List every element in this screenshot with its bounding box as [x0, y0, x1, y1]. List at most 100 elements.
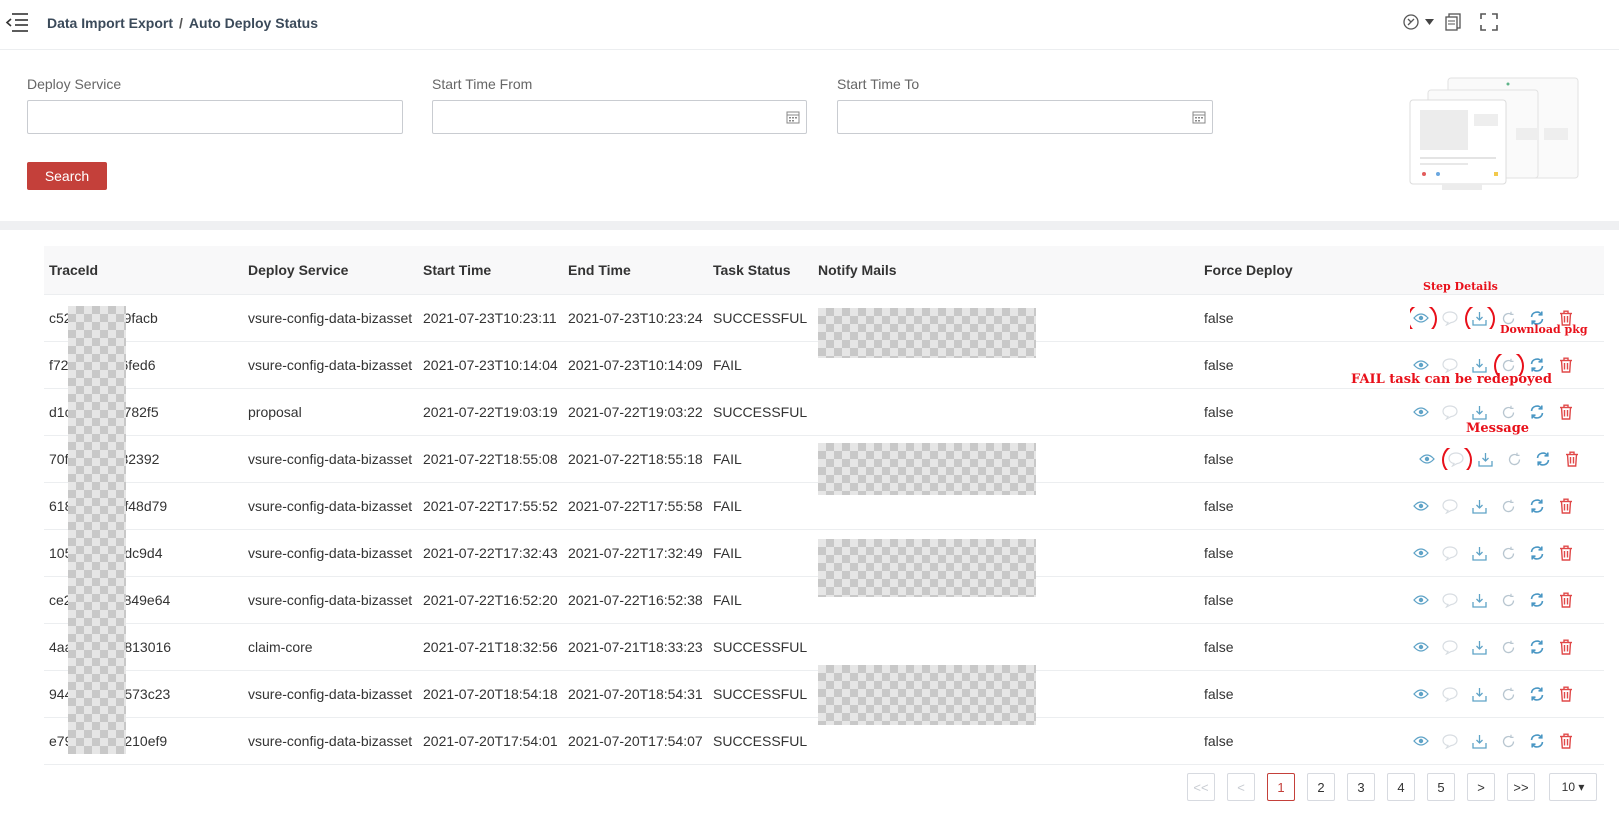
page-button-2[interactable]: 2: [1307, 773, 1335, 801]
end-time-cell: 2021-07-22T17:32:49: [568, 545, 703, 561]
deploy-service-cell: vsure-config-data-bizasset: [248, 545, 413, 561]
refresh-icon[interactable]: [1532, 448, 1554, 470]
eye-icon[interactable]: [1410, 542, 1432, 564]
deploy-status-table: TraceId Deploy Service Start Time End Ti…: [44, 246, 1604, 765]
end-time-cell: 2021-07-20T17:54:07: [568, 733, 703, 749]
calendar-icon[interactable]: [786, 110, 800, 124]
redeploy-icon[interactable]: [1497, 401, 1519, 423]
traceid-prefix: 70f: [49, 451, 69, 467]
message-icon[interactable]: [1439, 495, 1461, 517]
notify-mails-cell: [813, 389, 1200, 435]
refresh-icon[interactable]: [1526, 636, 1548, 658]
redeploy-icon[interactable]: [1497, 495, 1519, 517]
refresh-icon[interactable]: [1526, 589, 1548, 611]
redeploy-icon[interactable]: [1497, 683, 1519, 705]
delete-icon[interactable]: [1555, 730, 1577, 752]
traceid-prefix: f72: [49, 357, 69, 373]
deploy-service-field: Deploy Service: [27, 76, 403, 134]
redeploy-icon[interactable]: [1497, 542, 1519, 564]
download-icon[interactable]: [1468, 495, 1490, 517]
eye-icon[interactable]: [1410, 636, 1432, 658]
message-icon[interactable]: [1439, 730, 1461, 752]
annotation-fail-redeploy: FAIL task can be redepoyed: [1351, 372, 1552, 387]
refresh-icon[interactable]: [1526, 542, 1548, 564]
force-deploy-cell: false: [1204, 639, 1234, 655]
notify-mails-cell: [813, 624, 1200, 670]
delete-icon[interactable]: [1555, 589, 1577, 611]
message-icon[interactable]: [1439, 636, 1461, 658]
download-icon[interactable]: [1468, 589, 1490, 611]
redeploy-icon[interactable]: [1503, 448, 1525, 470]
redeploy-icon[interactable]: [1497, 589, 1519, 611]
calendar-icon[interactable]: [1192, 110, 1206, 124]
eye-icon[interactable]: [1410, 730, 1432, 752]
download-icon[interactable]: [1468, 683, 1490, 705]
delete-icon[interactable]: [1561, 448, 1583, 470]
refresh-icon[interactable]: [1526, 683, 1548, 705]
menu-toggle-icon[interactable]: [5, 10, 29, 34]
redacted-traceid-block: [68, 306, 126, 754]
download-icon[interactable]: [1468, 542, 1490, 564]
redeploy-icon[interactable]: [1497, 636, 1519, 658]
download-icon[interactable]: [1468, 730, 1490, 752]
document-icon[interactable]: [1442, 11, 1464, 33]
page-button-1[interactable]: 1: [1267, 773, 1295, 801]
delete-icon[interactable]: [1555, 683, 1577, 705]
delete-icon[interactable]: [1555, 542, 1577, 564]
page-button-4[interactable]: 4: [1387, 773, 1415, 801]
delete-icon[interactable]: [1555, 495, 1577, 517]
start-time-to-input[interactable]: [837, 100, 1213, 134]
next-page-button[interactable]: >: [1467, 773, 1495, 801]
eye-icon[interactable]: [1410, 495, 1432, 517]
end-time-cell: 2021-07-23T10:14:09: [568, 357, 703, 373]
first-page-button[interactable]: <<: [1187, 773, 1215, 801]
delete-icon[interactable]: [1555, 401, 1577, 423]
table-header: TraceId Deploy Service Start Time End Ti…: [44, 246, 1604, 295]
traceid-suffix: 9facb: [123, 310, 158, 326]
search-button[interactable]: Search: [27, 162, 107, 190]
delete-icon[interactable]: [1555, 354, 1577, 376]
download-icon[interactable]: [1468, 401, 1490, 423]
end-time-cell: 2021-07-20T18:54:31: [568, 686, 703, 702]
breadcrumb-parent[interactable]: Data Import Export: [47, 15, 173, 31]
delete-icon[interactable]: [1555, 636, 1577, 658]
start-time-from-label: Start Time From: [432, 76, 533, 92]
redeploy-icon[interactable]: [1497, 730, 1519, 752]
refresh-icon[interactable]: [1526, 495, 1548, 517]
download-icon[interactable]: [1468, 636, 1490, 658]
theme-icon[interactable]: [1400, 11, 1422, 33]
message-icon[interactable]: [1439, 589, 1461, 611]
eye-icon[interactable]: [1410, 307, 1437, 329]
eye-icon[interactable]: [1410, 401, 1432, 423]
column-header-task-status: Task Status: [713, 262, 791, 278]
message-icon[interactable]: [1442, 448, 1472, 470]
page-button-5[interactable]: 5: [1427, 773, 1455, 801]
message-icon[interactable]: [1439, 542, 1461, 564]
traceid-suffix: 782f5: [123, 404, 159, 420]
message-icon[interactable]: [1439, 683, 1461, 705]
eye-icon[interactable]: [1410, 589, 1432, 611]
page-button-3[interactable]: 3: [1347, 773, 1375, 801]
row-actions: [1410, 448, 1604, 470]
deploy-service-input[interactable]: [27, 100, 403, 134]
refresh-icon[interactable]: [1526, 401, 1548, 423]
prev-page-button[interactable]: <: [1227, 773, 1255, 801]
message-icon[interactable]: [1439, 307, 1461, 329]
force-deploy-cell: false: [1204, 498, 1234, 514]
refresh-icon[interactable]: [1526, 730, 1548, 752]
task-status-cell: FAIL: [713, 451, 742, 467]
start-time-from-input[interactable]: [432, 100, 807, 134]
message-icon[interactable]: [1439, 401, 1461, 423]
column-header-end-time: End Time: [568, 262, 631, 278]
fullscreen-icon[interactable]: [1478, 11, 1500, 33]
chevron-down-icon[interactable]: [1424, 11, 1434, 33]
task-status-cell: FAIL: [713, 545, 742, 561]
last-page-button[interactable]: >>: [1507, 773, 1535, 801]
start-time-cell: 2021-07-20T17:54:01: [423, 733, 558, 749]
download-icon[interactable]: [1474, 448, 1496, 470]
redacted-email-block: [818, 443, 1036, 495]
page-size-select[interactable]: 10 ▾: [1549, 773, 1597, 801]
eye-icon[interactable]: [1416, 448, 1438, 470]
download-icon[interactable]: [1465, 307, 1495, 329]
eye-icon[interactable]: [1410, 683, 1432, 705]
